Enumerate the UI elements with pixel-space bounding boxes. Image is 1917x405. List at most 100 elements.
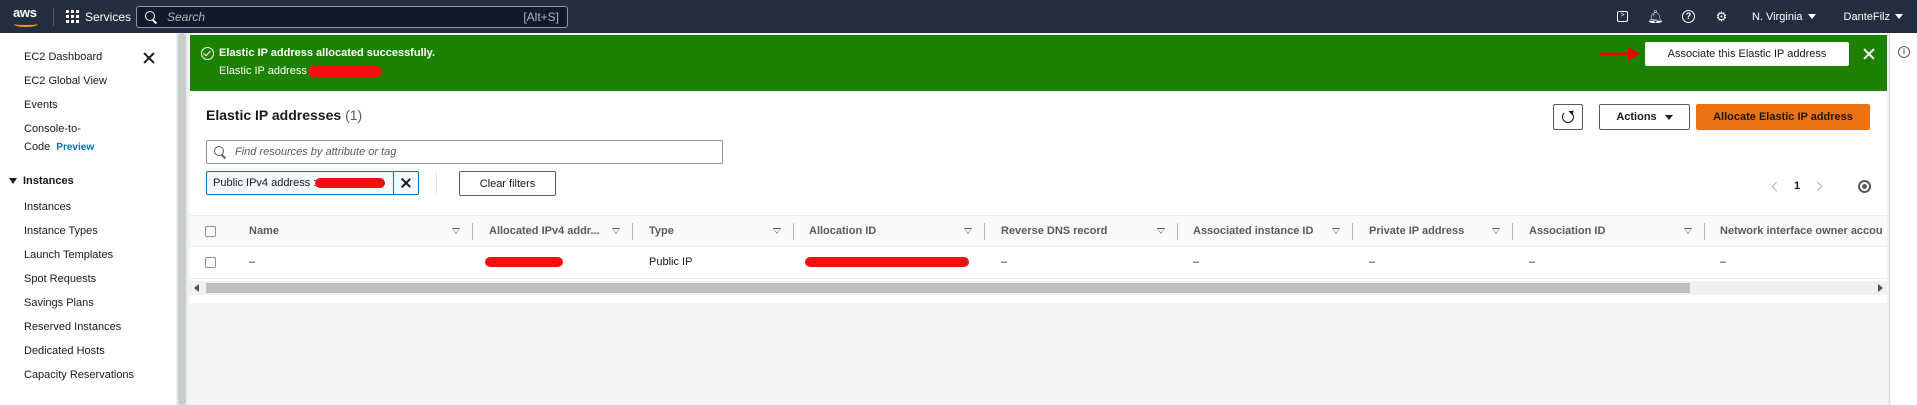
aws-logo-text: aws (13, 4, 37, 20)
column-header-allocation-id[interactable]: Allocation ID (809, 216, 876, 246)
close-sidebar-icon[interactable] (142, 51, 156, 65)
column-header-type[interactable]: Type (649, 216, 674, 246)
sidebar-item-global-view[interactable]: EC2 Global View (24, 75, 107, 87)
flash-subtitle: Elastic IP address (219, 65, 307, 77)
table-row[interactable]: – Public IP – – – – – (190, 247, 1887, 279)
sort-icon[interactable] (452, 228, 460, 234)
account-menu[interactable]: DanteFilz (1844, 11, 1903, 23)
success-flashbar: Elastic IP address allocated successfull… (190, 35, 1887, 91)
scrollbar-thumb[interactable] (206, 283, 1690, 293)
aws-logo[interactable]: aws (13, 5, 45, 29)
scroll-left-icon[interactable] (194, 284, 199, 292)
column-header-private-ip[interactable]: Private IP address (1369, 216, 1464, 246)
global-search-input[interactable]: Search [Alt+S] (136, 6, 568, 28)
scroll-right-icon[interactable] (1878, 284, 1883, 292)
redaction-mark (308, 66, 382, 77)
sort-icon[interactable] (964, 228, 972, 234)
sort-icon[interactable] (1684, 228, 1692, 234)
elastic-ip-panel: Elastic IP addresses (1) Actions Allocat… (190, 91, 1887, 303)
search-shortcut: [Alt+S] (523, 10, 559, 24)
column-header-network-interface-owner[interactable]: Network interface owner accou (1720, 216, 1883, 246)
settings-button[interactable]: ⚙ (1705, 0, 1738, 33)
column-divider[interactable] (793, 223, 794, 240)
column-divider[interactable] (472, 223, 473, 240)
row-checkbox[interactable] (205, 257, 216, 268)
caret-down-icon (9, 178, 17, 184)
account-name: DanteFilz (1843, 10, 1890, 23)
column-header-association-id[interactable]: Association ID (1529, 216, 1605, 246)
nav-utilities: > 🔔︎ ? ⚙ N. Virginia DanteFilz (1606, 0, 1917, 33)
scrollbar-thumb[interactable] (178, 33, 186, 405)
sidebar-item-ec2-dashboard[interactable]: EC2 Dashboard (24, 51, 102, 63)
sort-icon[interactable] (1492, 228, 1500, 234)
column-divider[interactable] (1352, 223, 1353, 240)
sort-icon[interactable] (1332, 228, 1340, 234)
sidebar-section-instances[interactable]: Instances (9, 175, 74, 187)
select-all-checkbox[interactable] (205, 226, 216, 237)
table-header: Name Allocated IPv4 addr... Type Allocat… (190, 215, 1887, 247)
region-selector[interactable]: N. Virginia (1752, 11, 1816, 23)
filter-token-text: Public IPv4 address (213, 177, 311, 189)
sidebar-item-dedicated-hosts[interactable]: Dedicated Hosts (24, 345, 105, 357)
redaction-mark (485, 257, 563, 267)
preview-badge[interactable]: Preview (56, 142, 94, 153)
redaction-mark (315, 178, 385, 188)
column-divider[interactable] (984, 223, 985, 240)
column-header-allocated-ipv4[interactable]: Allocated IPv4 addr... (489, 216, 600, 246)
column-header-reverse-dns[interactable]: Reverse DNS record (1001, 216, 1107, 246)
section-label: Instances (23, 175, 74, 187)
sidebar-item-capacity-reservations[interactable]: Capacity Reservations (24, 369, 134, 381)
associate-elastic-ip-button[interactable]: Associate this Elastic IP address (1645, 42, 1849, 66)
column-divider[interactable] (632, 223, 633, 240)
sidebar-item-console-to-code[interactable]: Console-to- (24, 123, 81, 135)
sidebar-scrollbar[interactable] (176, 33, 188, 405)
sidebar-item-events[interactable]: Events (24, 99, 58, 111)
chevron-down-icon (1807, 14, 1816, 19)
clear-filters-button[interactable]: Clear filters (459, 171, 556, 196)
info-icon[interactable]: i (1898, 46, 1910, 58)
sort-icon[interactable] (612, 228, 620, 234)
chevron-down-icon (1895, 14, 1903, 19)
close-icon[interactable] (1862, 47, 1876, 61)
cell-type: Public IP (649, 256, 693, 268)
sidebar-item-spot-requests[interactable]: Spot Requests (24, 273, 96, 285)
help-button[interactable]: ? (1672, 0, 1705, 33)
services-menu-button[interactable]: Services (66, 10, 131, 24)
sidebar: EC2 Dashboard EC2 Global View Events Con… (0, 33, 176, 405)
resource-count: (1) (345, 107, 363, 123)
sidebar-item-savings-plans[interactable]: Savings Plans (24, 297, 94, 309)
sidebar-item-console-to-code-line2[interactable]: Code Preview (24, 141, 94, 153)
remove-filter-close-icon[interactable] (394, 172, 418, 194)
sidebar-item-instance-types[interactable]: Instance Types (24, 225, 98, 237)
cloudshell-button[interactable]: > (1606, 0, 1639, 33)
previous-page-icon[interactable] (1771, 181, 1782, 191)
sort-icon[interactable] (1157, 228, 1165, 234)
sort-icon[interactable] (773, 228, 781, 234)
red-arrow-annotation-icon (1600, 47, 1640, 61)
help-icon: ? (1681, 10, 1695, 23)
page-number[interactable]: 1 (1794, 180, 1800, 192)
cell-name: – (249, 256, 256, 268)
filter-divider (436, 173, 437, 193)
top-navigation: aws Services Search [Alt+S] > 🔔︎ ? ⚙ N. … (0, 0, 1917, 33)
column-divider[interactable] (1177, 223, 1178, 240)
sidebar-item-reserved-instances[interactable]: Reserved Instances (24, 321, 121, 333)
allocate-elastic-ip-button[interactable]: Allocate Elastic IP address (1696, 104, 1870, 130)
column-header-associated-instance[interactable]: Associated instance ID (1193, 216, 1313, 246)
refresh-button[interactable] (1553, 104, 1583, 130)
next-page-icon[interactable] (1812, 181, 1823, 191)
actions-label: Actions (1616, 111, 1657, 123)
flash-title: Elastic IP address allocated successfull… (219, 47, 436, 59)
sidebar-item-instances[interactable]: Instances (24, 201, 71, 213)
actions-dropdown[interactable]: Actions (1599, 104, 1690, 130)
resource-filter-input[interactable]: Find resources by attribute or tag (206, 140, 723, 164)
table-preferences-gear-icon[interactable] (1858, 180, 1871, 193)
sidebar-item-launch-templates[interactable]: Launch Templates (24, 249, 113, 261)
filter-token[interactable]: Public IPv4 address : (206, 171, 419, 195)
column-divider[interactable] (1704, 223, 1705, 240)
notifications-button[interactable]: 🔔︎ (1639, 0, 1672, 33)
region-label: N. Virginia (1751, 10, 1803, 23)
column-divider[interactable] (1512, 223, 1513, 240)
table-horizontal-scrollbar[interactable] (190, 281, 1887, 295)
column-header-name[interactable]: Name (249, 216, 279, 246)
